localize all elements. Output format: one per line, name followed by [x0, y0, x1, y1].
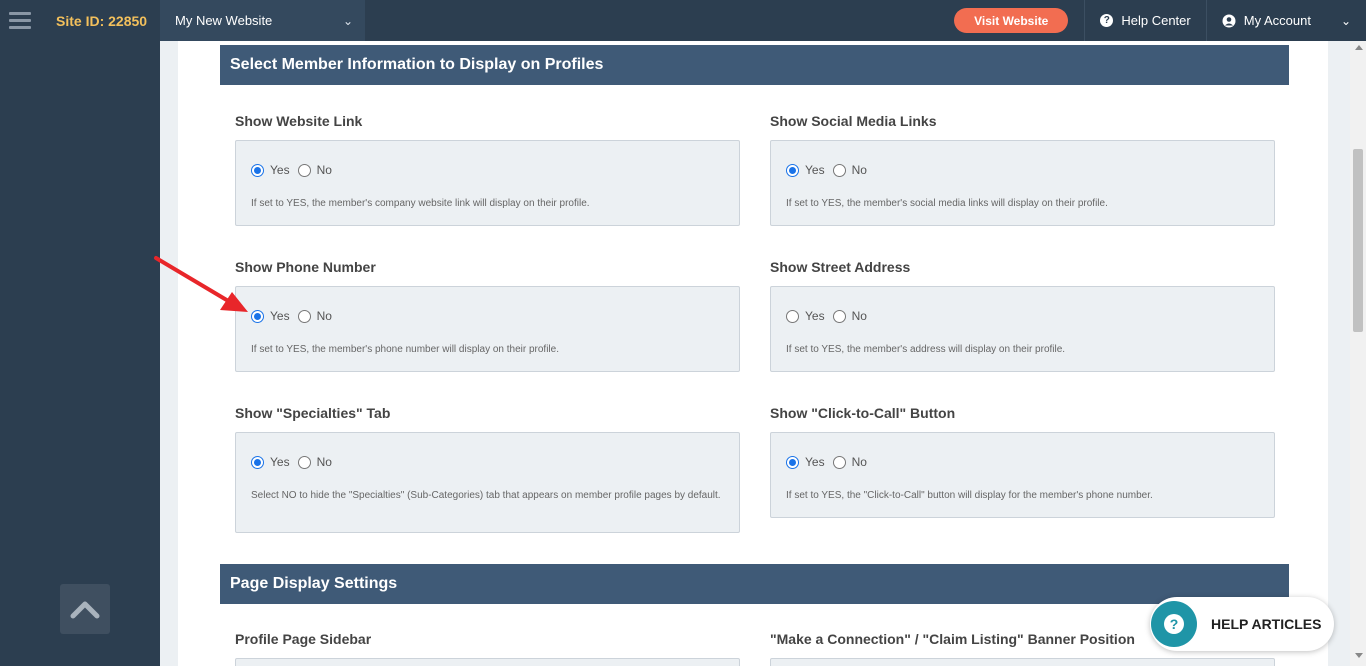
- radio-label-yes: Yes: [805, 309, 825, 323]
- help-text-social-media: If set to YES, the member's social media…: [786, 198, 1108, 209]
- radio-label-yes: Yes: [270, 309, 290, 323]
- help-center-label: Help Center: [1121, 13, 1191, 28]
- section-header-page-display: Page Display Settings: [220, 564, 1289, 604]
- scrollbar-thumb[interactable]: [1353, 149, 1363, 332]
- scroll-up-arrow-icon[interactable]: [1355, 45, 1363, 50]
- radio-specialties-no[interactable]: [297, 455, 311, 469]
- radio-click-to-call-no[interactable]: [832, 455, 846, 469]
- field-label-phone-number: Show Phone Number: [235, 259, 376, 275]
- radio-phone-number-yes[interactable]: [251, 309, 264, 323]
- field-label-profile-sidebar: Profile Page Sidebar: [235, 631, 372, 647]
- field-box-social-media: Yes No If set to YES, the member's socia…: [770, 140, 1275, 226]
- radio-specialties-yes[interactable]: [251, 455, 264, 469]
- help-text-website-link: If set to YES, the member's company webs…: [251, 198, 590, 209]
- sidebar: [0, 41, 160, 666]
- radio-label-no: No: [851, 163, 867, 177]
- site-id: Site ID: 22850: [56, 12, 148, 29]
- radio-street-address-no[interactable]: [832, 309, 846, 323]
- settings-card: Select Member Information to Display on …: [178, 41, 1328, 666]
- scroll-down-arrow-icon[interactable]: [1355, 653, 1363, 658]
- radio-street-address-yes[interactable]: [786, 309, 799, 323]
- field-label-banner-position: "Make a Connection" / "Claim Listing" Ba…: [770, 631, 1135, 647]
- annotation-arrow-icon: [154, 256, 248, 312]
- user-circle-icon: [1222, 14, 1236, 27]
- chevron-up-icon: [70, 601, 100, 619]
- chevron-down-icon: ⌄: [1340, 13, 1351, 28]
- vertical-scrollbar[interactable]: [1350, 41, 1366, 666]
- help-articles-label: HELP ARTICLES: [1211, 616, 1322, 632]
- chevron-down-icon: ⌄: [342, 13, 353, 28]
- field-label-street-address: Show Street Address: [770, 259, 911, 275]
- question-circle-icon: ?: [1100, 14, 1114, 27]
- radio-label-no: No: [851, 455, 867, 469]
- radio-label-yes: Yes: [805, 455, 825, 469]
- radio-social-media-no[interactable]: [832, 163, 846, 177]
- radio-website-link-no[interactable]: [297, 163, 311, 177]
- my-account-label: My Account: [1243, 13, 1311, 28]
- my-account-menu[interactable]: My Account ⌄: [1205, 0, 1366, 41]
- website-select-value: My New Website: [175, 13, 273, 28]
- visit-website-button[interactable]: Visit Website: [954, 8, 1069, 33]
- field-box-click-to-call: Yes No If set to YES, the "Click-to-Call…: [770, 432, 1275, 518]
- help-text-specialties-tab: Select NO to hide the "Specialties" (Sub…: [251, 490, 721, 501]
- help-articles-icon-wrap: ?: [1151, 601, 1197, 647]
- field-box-website-link: Yes No If set to YES, the member's compa…: [235, 140, 740, 226]
- field-box-profile-sidebar: [235, 658, 740, 666]
- radio-label-no: No: [316, 455, 332, 469]
- field-label-specialties-tab: Show "Specialties" Tab: [235, 405, 391, 421]
- radio-social-media-yes[interactable]: [786, 163, 799, 177]
- help-text-phone-number: If set to YES, the member's phone number…: [251, 344, 559, 355]
- help-articles-button[interactable]: ? HELP ARTICLES: [1150, 597, 1334, 651]
- radio-website-link-yes[interactable]: [251, 163, 264, 177]
- radio-click-to-call-yes[interactable]: [786, 455, 799, 469]
- help-text-click-to-call: If set to YES, the "Click-to-Call" butto…: [786, 490, 1153, 501]
- radio-label-no: No: [316, 163, 332, 177]
- top-bar: Site ID: 22850 My New Website ⌄ Visit We…: [0, 0, 1366, 41]
- field-label-website-link: Show Website Link: [235, 113, 363, 129]
- help-center-link[interactable]: ? Help Center: [1084, 0, 1205, 41]
- help-text-street-address: If set to YES, the member's address will…: [786, 344, 1066, 355]
- field-label-social-media: Show Social Media Links: [770, 113, 937, 129]
- radio-label-yes: Yes: [270, 455, 290, 469]
- field-box-specialties-tab: Yes No Select NO to hide the "Specialtie…: [235, 432, 740, 533]
- field-box-banner-position: [770, 658, 1275, 666]
- main-content: Select Member Information to Display on …: [160, 41, 1350, 666]
- radio-label-no: No: [851, 309, 867, 323]
- radio-label-yes: Yes: [805, 163, 825, 177]
- website-select[interactable]: My New Website ⌄: [160, 0, 365, 41]
- radio-phone-number-no[interactable]: [297, 309, 311, 323]
- radio-label-yes: Yes: [270, 163, 290, 177]
- field-label-click-to-call: Show "Click-to-Call" Button: [770, 405, 956, 421]
- hamburger-icon[interactable]: [0, 0, 40, 41]
- field-box-street-address: Yes No If set to YES, the member's addre…: [770, 286, 1275, 372]
- radio-label-no: No: [316, 309, 332, 323]
- question-circle-icon: ?: [1164, 614, 1184, 634]
- field-box-phone-number: Yes No If set to YES, the member's phone…: [235, 286, 740, 372]
- scroll-to-top-button[interactable]: [60, 584, 110, 634]
- section-header-member-info: Select Member Information to Display on …: [220, 45, 1289, 85]
